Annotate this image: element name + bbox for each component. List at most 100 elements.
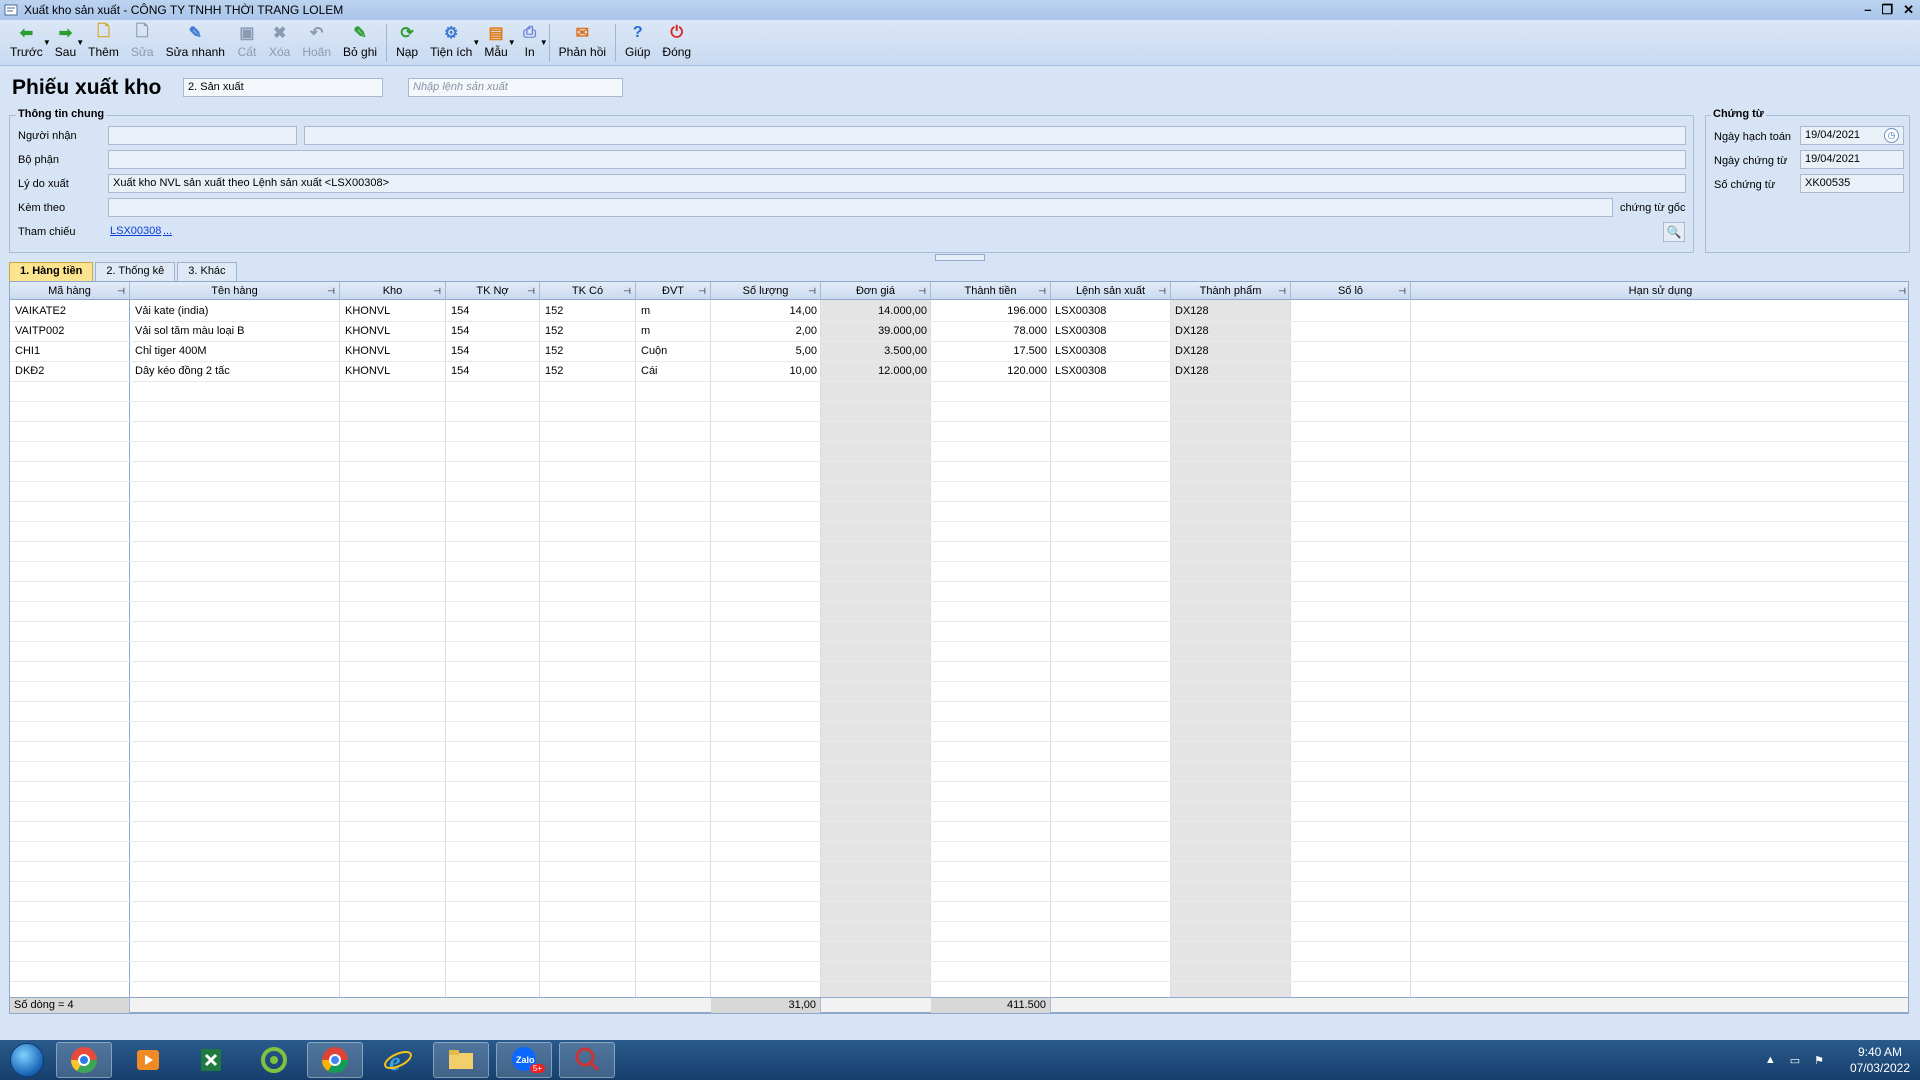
quick-edit-button[interactable]: ✎ Sửa nhanh (160, 20, 231, 66)
template-button[interactable]: ▤ Mẫu ▼ (478, 20, 515, 66)
cell-production-order[interactable]: LSX00308 (1055, 301, 1167, 321)
taskbar-app-zalo[interactable]: Zalo 5+ (496, 1042, 552, 1078)
cell-item-code[interactable]: VAITP002 (15, 321, 125, 341)
clock[interactable]: 9:40 AM 07/03/2022 (1850, 1044, 1910, 1076)
cell-warehouse[interactable]: KHONVL (345, 341, 445, 361)
cell-credit-account[interactable]: 152 (545, 341, 630, 361)
taskbar-app-explorer[interactable] (433, 1042, 489, 1078)
cell-item-name[interactable]: Vải sol tăm màu loại B (135, 321, 335, 341)
cell-finished-product[interactable]: DX128 (1175, 301, 1287, 321)
cell-item-name[interactable]: Chỉ tiger 400M (135, 341, 335, 361)
taskbar-app-ie[interactable]: e (370, 1042, 426, 1078)
cell-item-name[interactable]: Vải kate (india) (135, 301, 335, 321)
cell-item-code[interactable]: CHI1 (15, 341, 125, 361)
pin-icon[interactable]: ⊣ (698, 282, 706, 300)
column-header[interactable]: TK Có ⊣ (540, 282, 636, 300)
table-row[interactable]: VAIKATE2 Vải kate (india) KHONVL 154 152… (10, 301, 1908, 321)
voucher-type-select[interactable]: 2. Sản xuất (183, 78, 383, 97)
delete-button[interactable]: ✖ Xóa (263, 20, 296, 66)
cell-debit-account[interactable]: 154 (451, 341, 536, 361)
close-button[interactable]: ⏻ Đóng (656, 20, 697, 66)
cell-credit-account[interactable]: 152 (545, 301, 630, 321)
voucher-no-input[interactable]: XK00535 (1800, 174, 1904, 193)
department-input[interactable] (108, 150, 1686, 169)
prev-button[interactable]: ⬅ Trước ▼ (4, 20, 51, 66)
add-button[interactable]: 🗋 Thêm (82, 20, 125, 66)
cell-credit-account[interactable]: 152 (545, 321, 630, 341)
save-button[interactable]: ▣ Cất (231, 20, 263, 66)
reason-input[interactable]: Xuất kho NVL sản xuất theo Lệnh sản xuất… (108, 174, 1686, 193)
cell-unit[interactable]: m (641, 321, 706, 341)
feedback-button[interactable]: ✉ Phản hồi (553, 20, 612, 66)
cell-production-order[interactable]: LSX00308 (1055, 341, 1167, 361)
tab-other[interactable]: 3. Khác (177, 262, 237, 281)
cell-warehouse[interactable]: KHONVL (345, 361, 445, 381)
attached-input[interactable] (108, 198, 1613, 217)
column-header[interactable]: TK Nợ ⊣ (446, 282, 540, 300)
cell-debit-account[interactable]: 154 (451, 321, 536, 341)
cell-quantity[interactable]: 2,00 (711, 321, 817, 341)
cell-unit-price[interactable]: 3.500,00 (821, 341, 927, 361)
cell-finished-product[interactable]: DX128 (1175, 361, 1287, 381)
cell-credit-account[interactable]: 152 (545, 361, 630, 381)
column-header[interactable]: ĐVT ⊣ (636, 282, 711, 300)
utility-button[interactable]: ⚙ Tiện ích ▼ (424, 20, 480, 66)
pin-icon[interactable]: ⊣ (1398, 282, 1406, 300)
pin-icon[interactable]: ⊣ (1898, 282, 1906, 300)
pin-icon[interactable]: ⊣ (1278, 282, 1286, 300)
taskbar-app-media-player[interactable] (120, 1042, 176, 1078)
cell-debit-account[interactable]: 154 (451, 301, 536, 321)
pin-icon[interactable]: ⊣ (808, 282, 816, 300)
cell-item-code[interactable]: VAIKATE2 (15, 301, 125, 321)
taskbar-app-chrome[interactable] (307, 1042, 363, 1078)
voucher-date-input[interactable]: 19/04/2021 (1800, 150, 1904, 169)
recipient-code-input[interactable] (108, 126, 297, 145)
cell-item-name[interactable]: Dây kéo đồng 2 tấc (135, 361, 335, 381)
cell-unit-price[interactable]: 39.000,00 (821, 321, 927, 341)
table-row[interactable]: DKĐ2 Dây kéo đồng 2 tấc KHONVL 154 152 C… (10, 361, 1908, 381)
cell-finished-product[interactable]: DX128 (1175, 321, 1287, 341)
cell-amount[interactable]: 17.500 (931, 341, 1047, 361)
reference-more-link[interactable]: ... (163, 225, 172, 237)
column-header[interactable]: Đơn giá ⊣ (821, 282, 931, 300)
close-window-icon[interactable]: ✕ (1903, 2, 1914, 18)
table-row[interactable]: VAITP002 Vải sol tăm màu loại B KHONVL 1… (10, 321, 1908, 341)
column-header[interactable]: Lệnh sản xuất ⊣ (1051, 282, 1171, 300)
tab-statistics[interactable]: 2. Thống kê (95, 262, 176, 281)
cell-finished-product[interactable]: DX128 (1175, 341, 1287, 361)
cell-unit[interactable]: m (641, 301, 706, 321)
pin-icon[interactable]: ⊣ (433, 282, 441, 300)
column-header[interactable]: Số lô ⊣ (1291, 282, 1411, 300)
column-header[interactable]: Thành tiền ⊣ (931, 282, 1051, 300)
action-center-flag-icon[interactable]: ⚑ (1814, 1054, 1824, 1067)
taskbar-app-excel[interactable] (183, 1042, 239, 1078)
cell-debit-account[interactable]: 154 (451, 361, 536, 381)
cell-amount[interactable]: 120.000 (931, 361, 1047, 381)
cell-quantity[interactable]: 14,00 (711, 301, 817, 321)
help-button[interactable]: ? Giúp (619, 20, 656, 66)
cell-unit[interactable]: Cuộn (641, 341, 706, 361)
taskbar-app-chrome-colorful[interactable] (56, 1042, 112, 1078)
minimize-icon[interactable]: – (1864, 2, 1871, 18)
unpost-button[interactable]: ✎ Bỏ ghi (337, 20, 383, 66)
chevron-down-icon[interactable]: ▼ (540, 38, 548, 47)
cell-quantity[interactable]: 10,00 (711, 361, 817, 381)
column-header[interactable]: Hạn sử dụng ⊣ (1411, 282, 1908, 300)
search-reference-icon[interactable]: 🔍 (1663, 222, 1685, 242)
pin-icon[interactable]: ⊣ (1158, 282, 1166, 300)
cell-unit[interactable]: Cái (641, 361, 706, 381)
cell-amount[interactable]: 78.000 (931, 321, 1047, 341)
taskbar-app-misa[interactable] (559, 1042, 615, 1078)
column-header[interactable]: Tên hàng ⊣ (130, 282, 340, 300)
start-button[interactable] (2, 1041, 52, 1079)
cell-quantity[interactable]: 5,00 (711, 341, 817, 361)
cell-item-code[interactable]: DKĐ2 (15, 361, 125, 381)
cell-warehouse[interactable]: KHONVL (345, 321, 445, 341)
column-header[interactable]: Thành phẩm ⊣ (1171, 282, 1291, 300)
pin-icon[interactable]: ⊣ (623, 282, 631, 300)
pin-icon[interactable]: ⊣ (327, 282, 335, 300)
tab-items[interactable]: 1. Hàng tiền (9, 262, 94, 281)
cell-amount[interactable]: 196.000 (931, 301, 1047, 321)
table-row[interactable]: CHI1 Chỉ tiger 400M KHONVL 154 152 Cuộn … (10, 341, 1908, 361)
cell-warehouse[interactable]: KHONVL (345, 301, 445, 321)
